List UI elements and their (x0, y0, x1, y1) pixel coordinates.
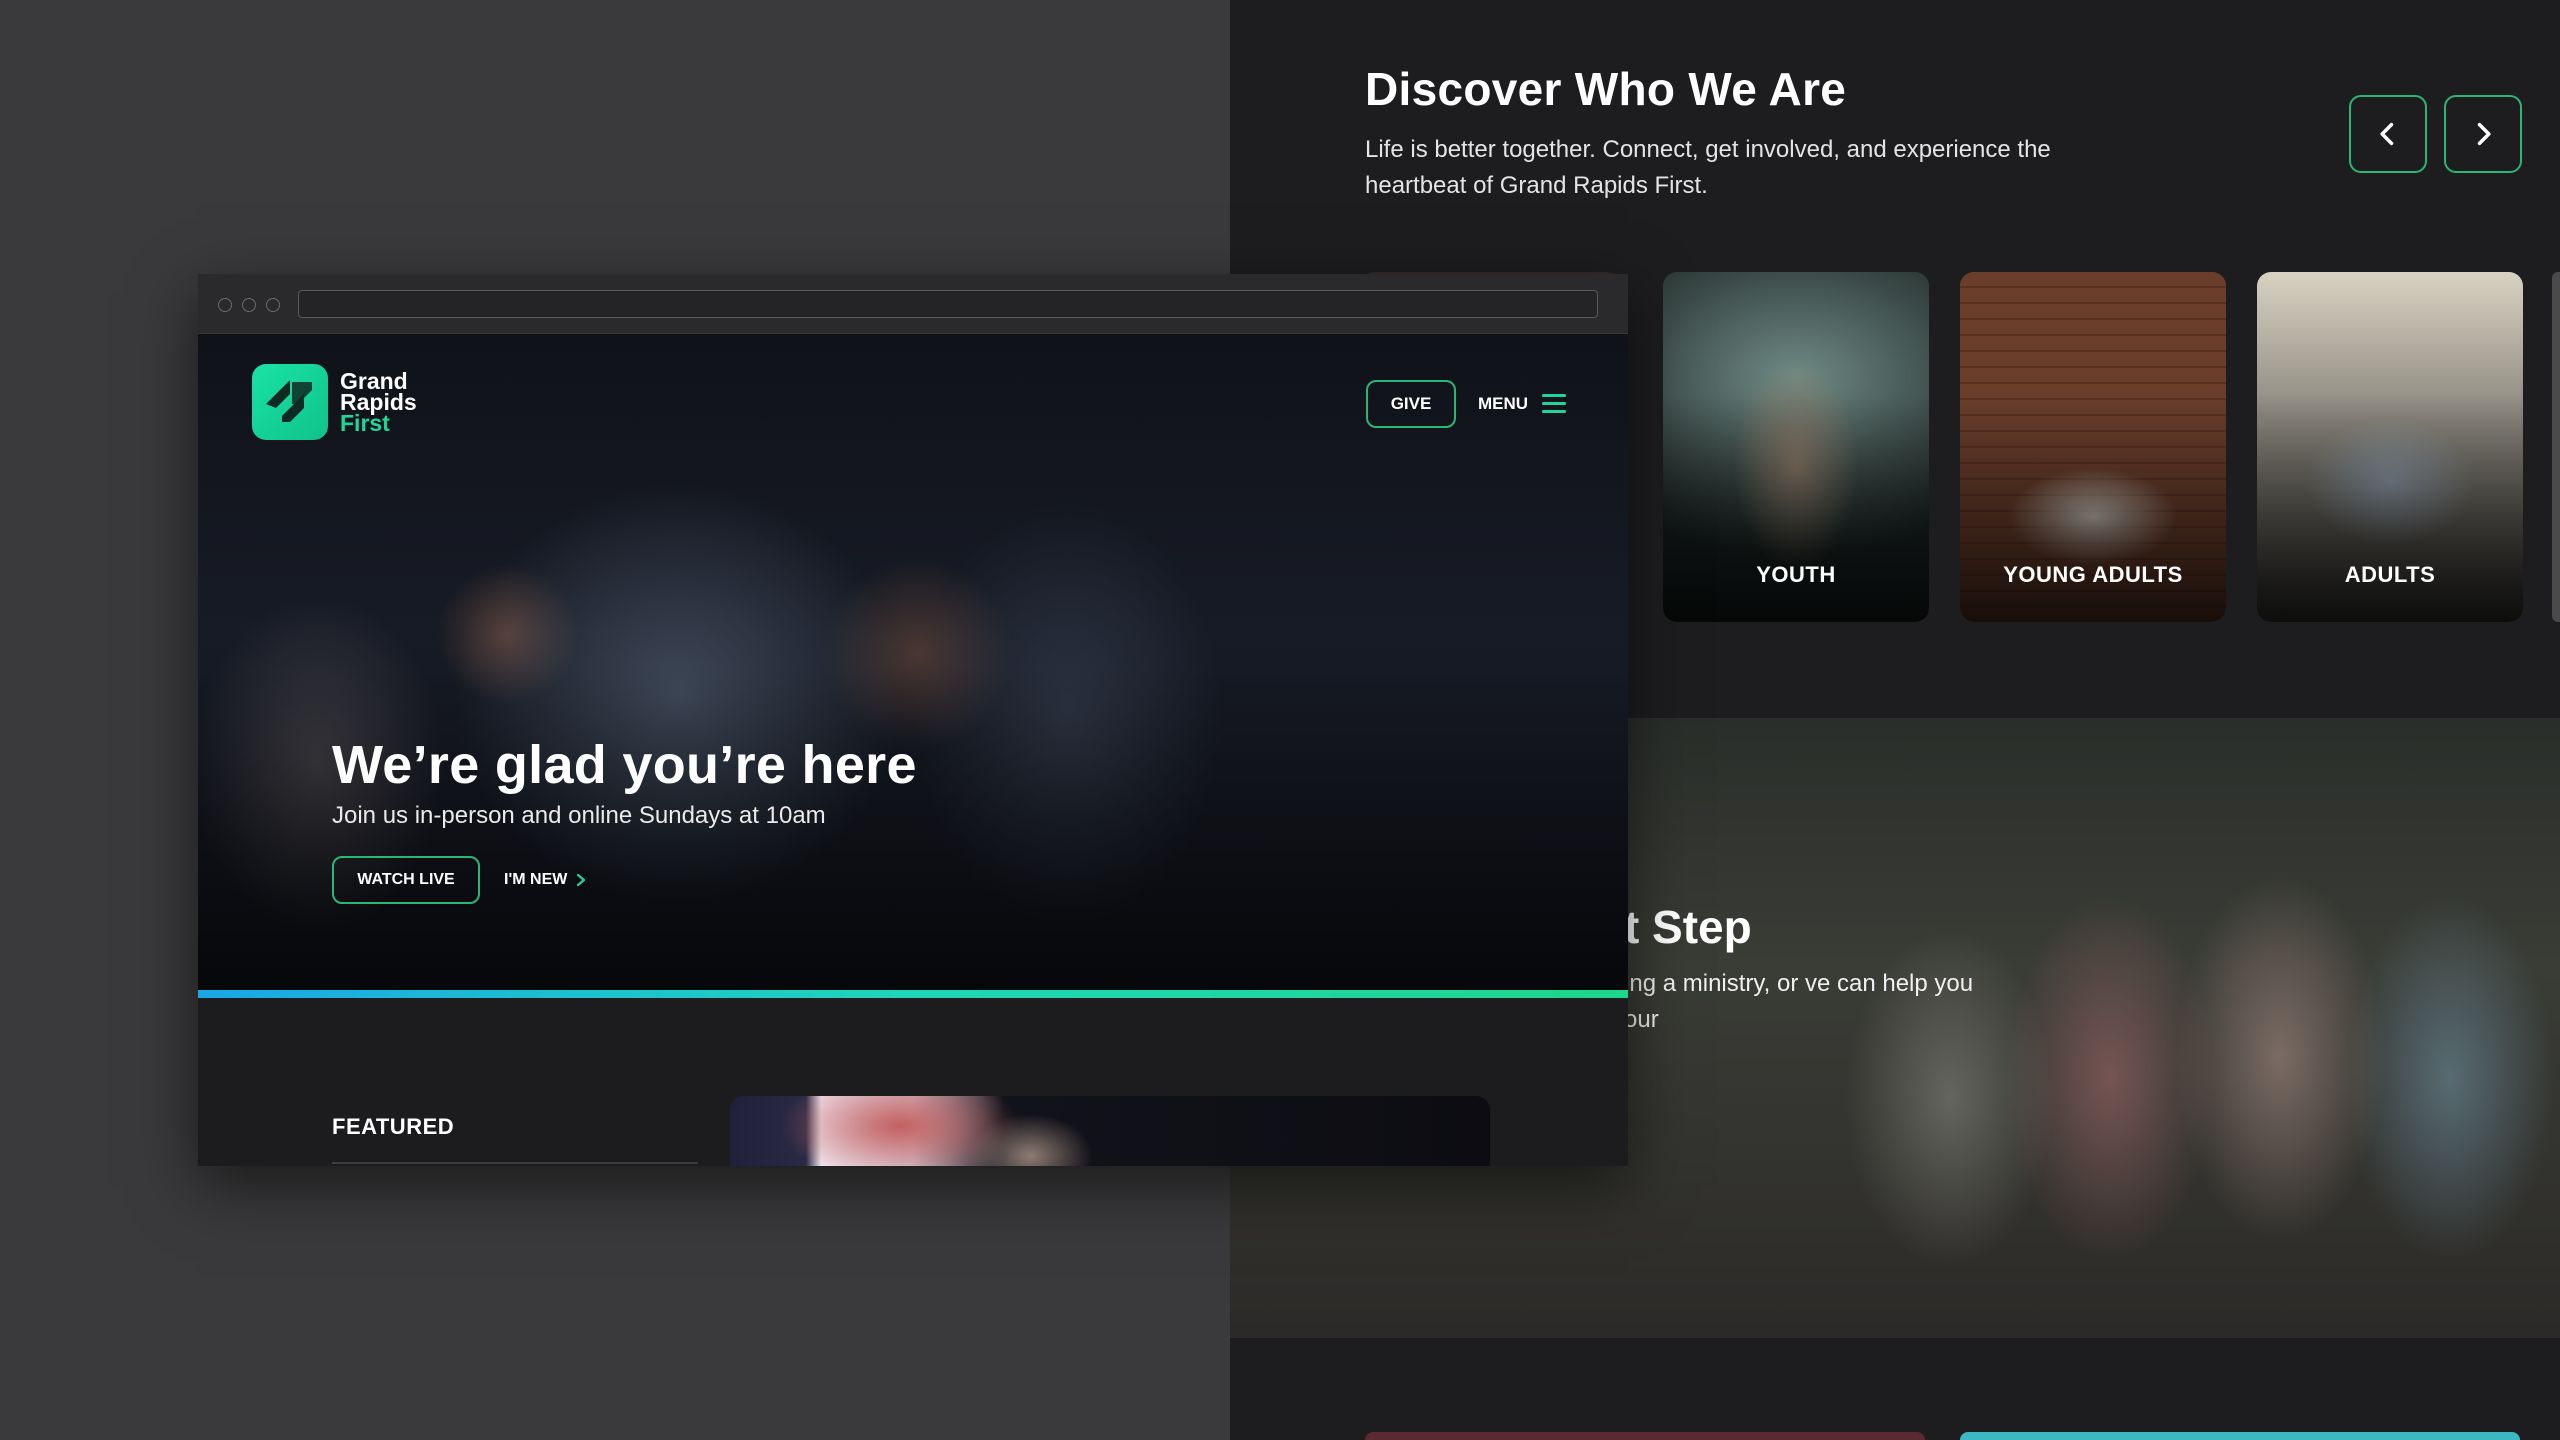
discover-title: Discover Who We Are (1365, 63, 1847, 115)
browser-window: Grand Rapids First GIVE MENU We’re glad … (198, 274, 1628, 1166)
chevron-left-icon (2380, 122, 2394, 146)
hero-subtitle: Join us in-person and online Sundays at … (332, 802, 826, 829)
ministry-card-youth[interactable]: YOUTH (1663, 272, 1929, 622)
featured-card[interactable] (730, 1096, 1490, 1166)
bottom-card-top (1960, 1432, 2520, 1440)
im-new-link[interactable]: I'M NEW (504, 856, 587, 904)
ministry-card-label: YOUTH (1756, 562, 1836, 587)
logo-wordmark: Grand Rapids First (340, 367, 417, 436)
window-control-dot[interactable] (218, 298, 232, 312)
ministry-card-young-adults[interactable]: YOUNG ADULTS (1960, 272, 2226, 622)
discover-description: Life is better together. Connect, get in… (1365, 136, 2051, 199)
ministry-card-label: YOUNG ADULTS (2003, 562, 2183, 587)
carousel-prev-button[interactable] (2349, 95, 2427, 173)
site-logo[interactable]: Grand Rapids First (252, 364, 417, 440)
hero-section: Grand Rapids First GIVE MENU We’re glad … (198, 334, 1628, 994)
ministry-card-label: ADULTS (2344, 562, 2436, 587)
carousel-next-button[interactable] (2444, 95, 2522, 173)
menu-button[interactable]: MENU (1478, 380, 1567, 428)
hero-title: We’re glad you’re here (332, 735, 917, 795)
bottom-card-top (1365, 1432, 1925, 1440)
window-control-dot[interactable] (266, 298, 280, 312)
ministry-card-adults[interactable]: ADULTS (2257, 272, 2523, 622)
menu-label: MENU (1478, 394, 1529, 413)
ministry-card-edge (2552, 272, 2560, 622)
give-button[interactable]: GIVE (1366, 380, 1456, 428)
chevron-right-icon (2477, 122, 2491, 146)
window-control-dot[interactable] (242, 298, 256, 312)
watch-live-button[interactable]: WATCH LIVE (332, 856, 480, 904)
featured-heading: FEATURED (332, 1114, 455, 1139)
hero-gradient-bar (198, 990, 1628, 998)
hamburger-icon (1542, 394, 1567, 414)
logo-mark-icon (252, 364, 328, 440)
featured-divider (332, 1162, 698, 1164)
address-bar[interactable] (298, 290, 1598, 318)
im-new-label: I'M NEW (504, 871, 568, 888)
chevron-right-icon (577, 873, 586, 887)
browser-chrome (198, 274, 1628, 334)
